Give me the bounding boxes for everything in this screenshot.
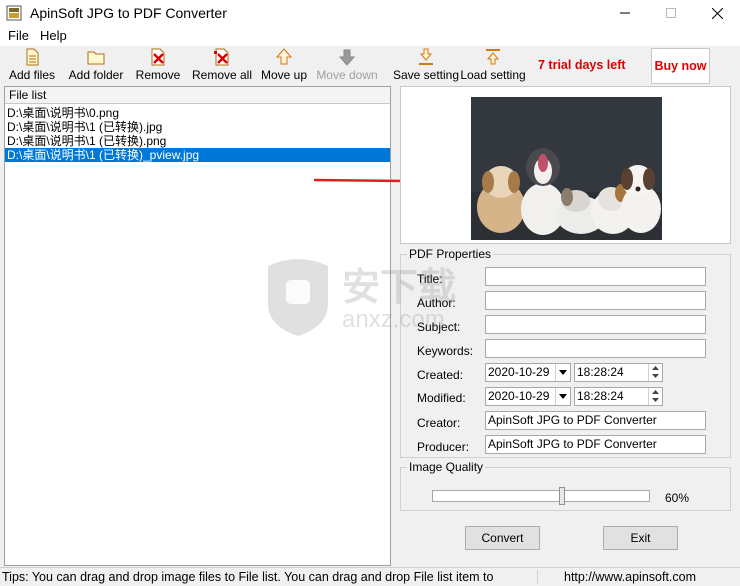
save-setting-label: Save setting xyxy=(392,68,460,82)
file-list-item[interactable]: D:\桌面\说明书\0.png xyxy=(5,106,390,120)
remove-label: Remove xyxy=(135,68,181,82)
folder-icon xyxy=(87,51,105,65)
remove-button[interactable]: Remove xyxy=(135,48,181,84)
move-down-button[interactable]: Move down xyxy=(316,48,378,84)
file-list-item[interactable]: D:\桌面\说明书\1 (已转换).png xyxy=(5,134,390,148)
toolbar: Add files Add folder Remove Remove all M… xyxy=(0,46,740,86)
pdf-properties-group: PDF Properties Title: Author: Subject: K… xyxy=(400,247,731,458)
title-label: Title: xyxy=(417,272,443,286)
spin-down-icon[interactable] xyxy=(649,396,662,404)
image-quality-title: Image Quality xyxy=(407,460,486,474)
modified-time-field[interactable]: 18:28:24 xyxy=(574,387,663,406)
quality-slider-thumb[interactable] xyxy=(559,487,565,505)
creator-field[interactable]: ApinSoft JPG to PDF Converter xyxy=(485,411,706,430)
file-list[interactable]: File list D:\桌面\说明书\0.png D:\桌面\说明书\1 (已… xyxy=(4,86,391,566)
remove-icon xyxy=(151,48,165,66)
spin-up-icon[interactable] xyxy=(649,388,662,396)
spin-up-icon[interactable] xyxy=(649,364,662,372)
load-icon xyxy=(486,49,500,65)
add-folder-label: Add folder xyxy=(68,68,124,82)
keywords-field[interactable] xyxy=(485,339,706,358)
dropdown-arrow-icon[interactable] xyxy=(555,388,570,405)
author-field[interactable] xyxy=(485,291,706,310)
modified-date-picker[interactable]: 2020-10-29 xyxy=(485,387,571,406)
created-date-value: 2020-10-29 xyxy=(488,365,550,379)
save-setting-button[interactable]: Save setting xyxy=(392,48,460,84)
status-bar: Tips: You can drag and drop image files … xyxy=(0,567,740,586)
image-preview xyxy=(400,86,731,244)
remove-all-button[interactable]: Remove all xyxy=(192,48,252,84)
subject-field[interactable] xyxy=(485,315,706,334)
subject-label: Subject: xyxy=(417,320,461,334)
modified-label: Modified: xyxy=(417,391,466,405)
file-list-item-selected[interactable]: D:\桌面\说明书\1 (已转换)_pview.jpg xyxy=(5,148,390,162)
move-up-label: Move up xyxy=(260,68,308,82)
exit-button[interactable]: Exit xyxy=(603,526,678,550)
add-files-button[interactable]: Add files xyxy=(8,48,56,84)
menu-bar: File Help xyxy=(0,26,740,46)
save-icon xyxy=(419,48,433,65)
created-time-value: 18:28:24 xyxy=(577,365,624,379)
file-list-header[interactable]: File list xyxy=(5,87,390,104)
title-bar: ApinSoft JPG to PDF Converter xyxy=(0,0,740,26)
window-title: ApinSoft JPG to PDF Converter xyxy=(30,5,227,21)
trial-days-label: 7 trial days left xyxy=(538,58,626,72)
modified-date-value: 2020-10-29 xyxy=(488,389,550,403)
add-folder-button[interactable]: Add folder xyxy=(68,48,124,84)
menu-file[interactable]: File xyxy=(8,28,29,43)
dropdown-arrow-icon[interactable] xyxy=(555,364,570,381)
puppies-photo xyxy=(471,97,662,240)
move-up-button[interactable]: Move up xyxy=(261,48,307,84)
creator-label: Creator: xyxy=(417,416,461,430)
maximize-button[interactable] xyxy=(648,0,694,26)
menu-help[interactable]: Help xyxy=(40,28,67,43)
remove-all-label: Remove all xyxy=(191,68,253,82)
add-files-label: Add files xyxy=(8,68,56,82)
remove-all-icon xyxy=(214,48,229,66)
status-tip: Tips: You can drag and drop image files … xyxy=(2,570,494,584)
move-down-label: Move down xyxy=(316,68,378,82)
modified-time-value: 18:28:24 xyxy=(577,389,624,403)
arrow-down-icon xyxy=(338,49,356,66)
producer-field[interactable]: ApinSoft JPG to PDF Converter xyxy=(485,435,706,454)
created-date-picker[interactable]: 2020-10-29 xyxy=(485,363,571,382)
created-label: Created: xyxy=(417,368,464,382)
producer-label: Producer: xyxy=(417,440,470,454)
buy-now-button[interactable]: Buy now xyxy=(651,48,710,84)
title-field[interactable] xyxy=(485,267,706,286)
load-setting-label: Load setting xyxy=(460,68,526,82)
spin-down-icon[interactable] xyxy=(649,372,662,380)
file-list-item[interactable]: D:\桌面\说明书\1 (已转换).jpg xyxy=(5,120,390,134)
close-button[interactable] xyxy=(694,0,740,26)
minimize-button[interactable] xyxy=(602,0,648,26)
add-files-icon xyxy=(26,48,39,66)
pdf-properties-title: PDF Properties xyxy=(407,247,494,261)
quality-value: 60% xyxy=(665,491,690,505)
time-spinner[interactable] xyxy=(648,388,662,405)
app-icon xyxy=(6,5,22,21)
keywords-label: Keywords: xyxy=(417,344,474,358)
time-spinner[interactable] xyxy=(648,364,662,381)
website-link[interactable]: http://www.apinsoft.com xyxy=(537,570,696,584)
author-label: Author: xyxy=(417,296,456,310)
image-quality-group: Image Quality 60% xyxy=(400,460,731,511)
created-time-field[interactable]: 18:28:24 xyxy=(574,363,663,382)
quality-slider-track[interactable] xyxy=(432,490,650,502)
arrow-up-icon xyxy=(275,48,293,65)
load-setting-button[interactable]: Load setting xyxy=(460,48,526,84)
convert-button[interactable]: Convert xyxy=(465,526,540,550)
